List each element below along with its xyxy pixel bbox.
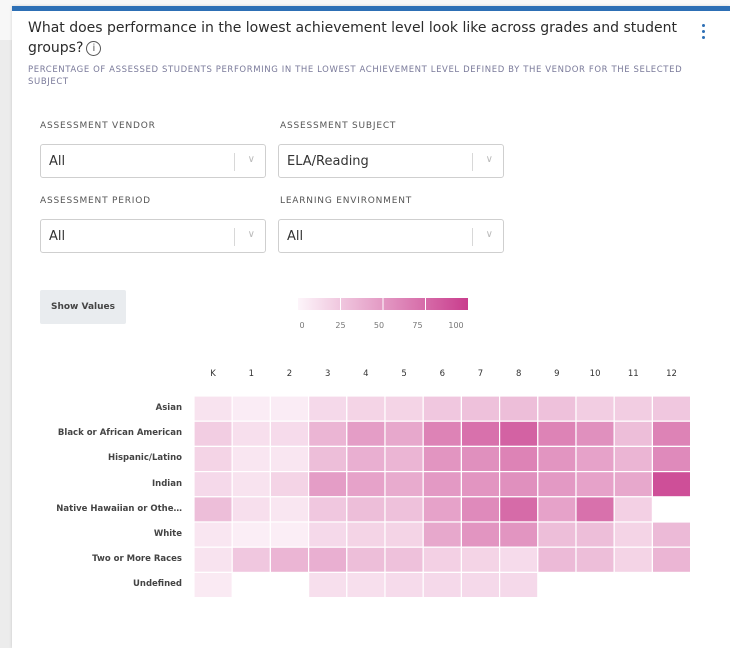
heatmap-cell[interactable]: [193, 445, 233, 473]
heatmap-cell[interactable]: [537, 471, 577, 498]
heatmap-cell[interactable]: [269, 546, 310, 574]
heatmap-cell[interactable]: [384, 521, 424, 548]
heatmap-cell[interactable]: [651, 420, 692, 448]
heatmap-cell[interactable]: [231, 546, 271, 574]
heatmap-cell[interactable]: [537, 395, 577, 422]
heatmap-cell[interactable]: [499, 445, 539, 473]
heatmap-cell[interactable]: [269, 471, 310, 498]
heatmap-cell[interactable]: [422, 546, 463, 574]
heatmap-cell[interactable]: [613, 546, 654, 574]
heatmap-cell[interactable]: [308, 420, 348, 448]
heatmap-cell[interactable]: [537, 420, 577, 448]
heatmap-cell[interactable]: [575, 420, 615, 448]
heatmap-cell[interactable]: [384, 445, 424, 473]
heatmap-cell[interactable]: [308, 496, 348, 523]
heatmap-cell[interactable]: [460, 571, 501, 599]
heatmap-cell[interactable]: [346, 395, 386, 422]
heatmap-cell[interactable]: [422, 496, 463, 523]
heatmap-cell[interactable]: [384, 471, 424, 498]
heatmap-cell[interactable]: [193, 471, 233, 498]
heatmap-cell[interactable]: [460, 471, 501, 498]
heatmap-cell[interactable]: [499, 395, 539, 422]
heatmap-cell[interactable]: [193, 546, 233, 574]
heatmap-cell[interactable]: [193, 496, 233, 523]
heatmap-cell[interactable]: [651, 445, 692, 473]
heatmap-cell[interactable]: [308, 445, 348, 473]
heatmap-cell[interactable]: [193, 420, 233, 448]
heatmap-cell[interactable]: [422, 445, 463, 473]
heatmap-cell[interactable]: [346, 496, 386, 523]
heatmap-cell[interactable]: [537, 521, 577, 548]
heatmap-cell[interactable]: [499, 471, 539, 498]
heatmap-cell[interactable]: [651, 471, 692, 498]
heatmap-cell[interactable]: [613, 445, 654, 473]
heatmap-cell[interactable]: [193, 571, 233, 599]
heatmap-cell[interactable]: [231, 471, 271, 498]
heatmap-cell[interactable]: [308, 521, 348, 548]
heatmap-cell[interactable]: [231, 395, 271, 422]
heatmap-cell[interactable]: [193, 521, 233, 548]
heatmap-cell[interactable]: [651, 395, 692, 422]
heatmap-cell[interactable]: [231, 420, 271, 448]
heatmap-cell[interactable]: [537, 496, 577, 523]
heatmap-cell[interactable]: [460, 496, 501, 523]
heatmap: [193, 395, 692, 599]
heatmap-cell[interactable]: [499, 496, 539, 523]
heatmap-cell[interactable]: [346, 471, 386, 498]
heatmap-cell[interactable]: [308, 395, 348, 422]
heatmap-cell[interactable]: [422, 521, 463, 548]
heatmap-cell[interactable]: [613, 496, 654, 523]
heatmap-cell[interactable]: [460, 521, 501, 548]
heatmap-cell[interactable]: [499, 546, 539, 574]
heatmap-cell[interactable]: [269, 521, 310, 548]
heatmap-cell[interactable]: [269, 395, 310, 422]
heatmap-cell[interactable]: [231, 521, 271, 548]
heatmap-cell[interactable]: [422, 420, 463, 448]
heatmap-cell[interactable]: [613, 471, 654, 498]
heatmap-cell[interactable]: [308, 471, 348, 498]
heatmap-cell[interactable]: [537, 546, 577, 574]
heatmap-cell[interactable]: [499, 571, 539, 599]
heatmap-cell[interactable]: [308, 571, 348, 599]
heatmap-cell[interactable]: [651, 521, 692, 548]
heatmap-cell[interactable]: [422, 471, 463, 498]
heatmap-cell[interactable]: [575, 521, 615, 548]
heatmap-cell[interactable]: [384, 395, 424, 422]
heatmap-cell[interactable]: [575, 445, 615, 473]
heatmap-cell[interactable]: [422, 571, 463, 599]
heatmap-cell[interactable]: [231, 445, 271, 473]
heatmap-cell[interactable]: [537, 445, 577, 473]
heatmap-cell[interactable]: [575, 471, 615, 498]
heatmap-cell[interactable]: [346, 420, 386, 448]
heatmap-cell[interactable]: [499, 521, 539, 548]
heatmap-cell[interactable]: [346, 571, 386, 599]
heatmap-cell[interactable]: [346, 546, 386, 574]
heatmap-cell[interactable]: [460, 445, 501, 473]
heatmap-cell[interactable]: [231, 496, 271, 523]
heatmap-cell[interactable]: [422, 395, 463, 422]
heatmap-cell[interactable]: [193, 395, 233, 422]
heatmap-cell[interactable]: [575, 395, 615, 422]
heatmap-cell[interactable]: [346, 445, 386, 473]
heatmap-cell[interactable]: [384, 496, 424, 523]
heatmap-cell[interactable]: [269, 445, 310, 473]
heatmap-cell[interactable]: [384, 546, 424, 574]
heatmap-cell[interactable]: [651, 546, 692, 574]
heatmap-cell[interactable]: [575, 546, 615, 574]
heatmap-cell[interactable]: [460, 546, 501, 574]
heatmap-cell[interactable]: [384, 571, 424, 599]
heatmap-cell[interactable]: [460, 395, 501, 422]
heatmap-cell[interactable]: [613, 420, 654, 448]
heatmap-cell[interactable]: [613, 395, 654, 422]
heatmap-cell[interactable]: [308, 546, 348, 574]
heatmap-cell[interactable]: [499, 420, 539, 448]
heatmap-cell[interactable]: [269, 420, 310, 448]
heatmap-cell[interactable]: [575, 496, 615, 523]
heatmap-cell[interactable]: [384, 420, 424, 448]
heatmap-cell[interactable]: [460, 420, 501, 448]
heatmap-cell[interactable]: [613, 521, 654, 548]
heatmap-cell[interactable]: [346, 521, 386, 548]
heatmap-cell[interactable]: [269, 496, 310, 523]
